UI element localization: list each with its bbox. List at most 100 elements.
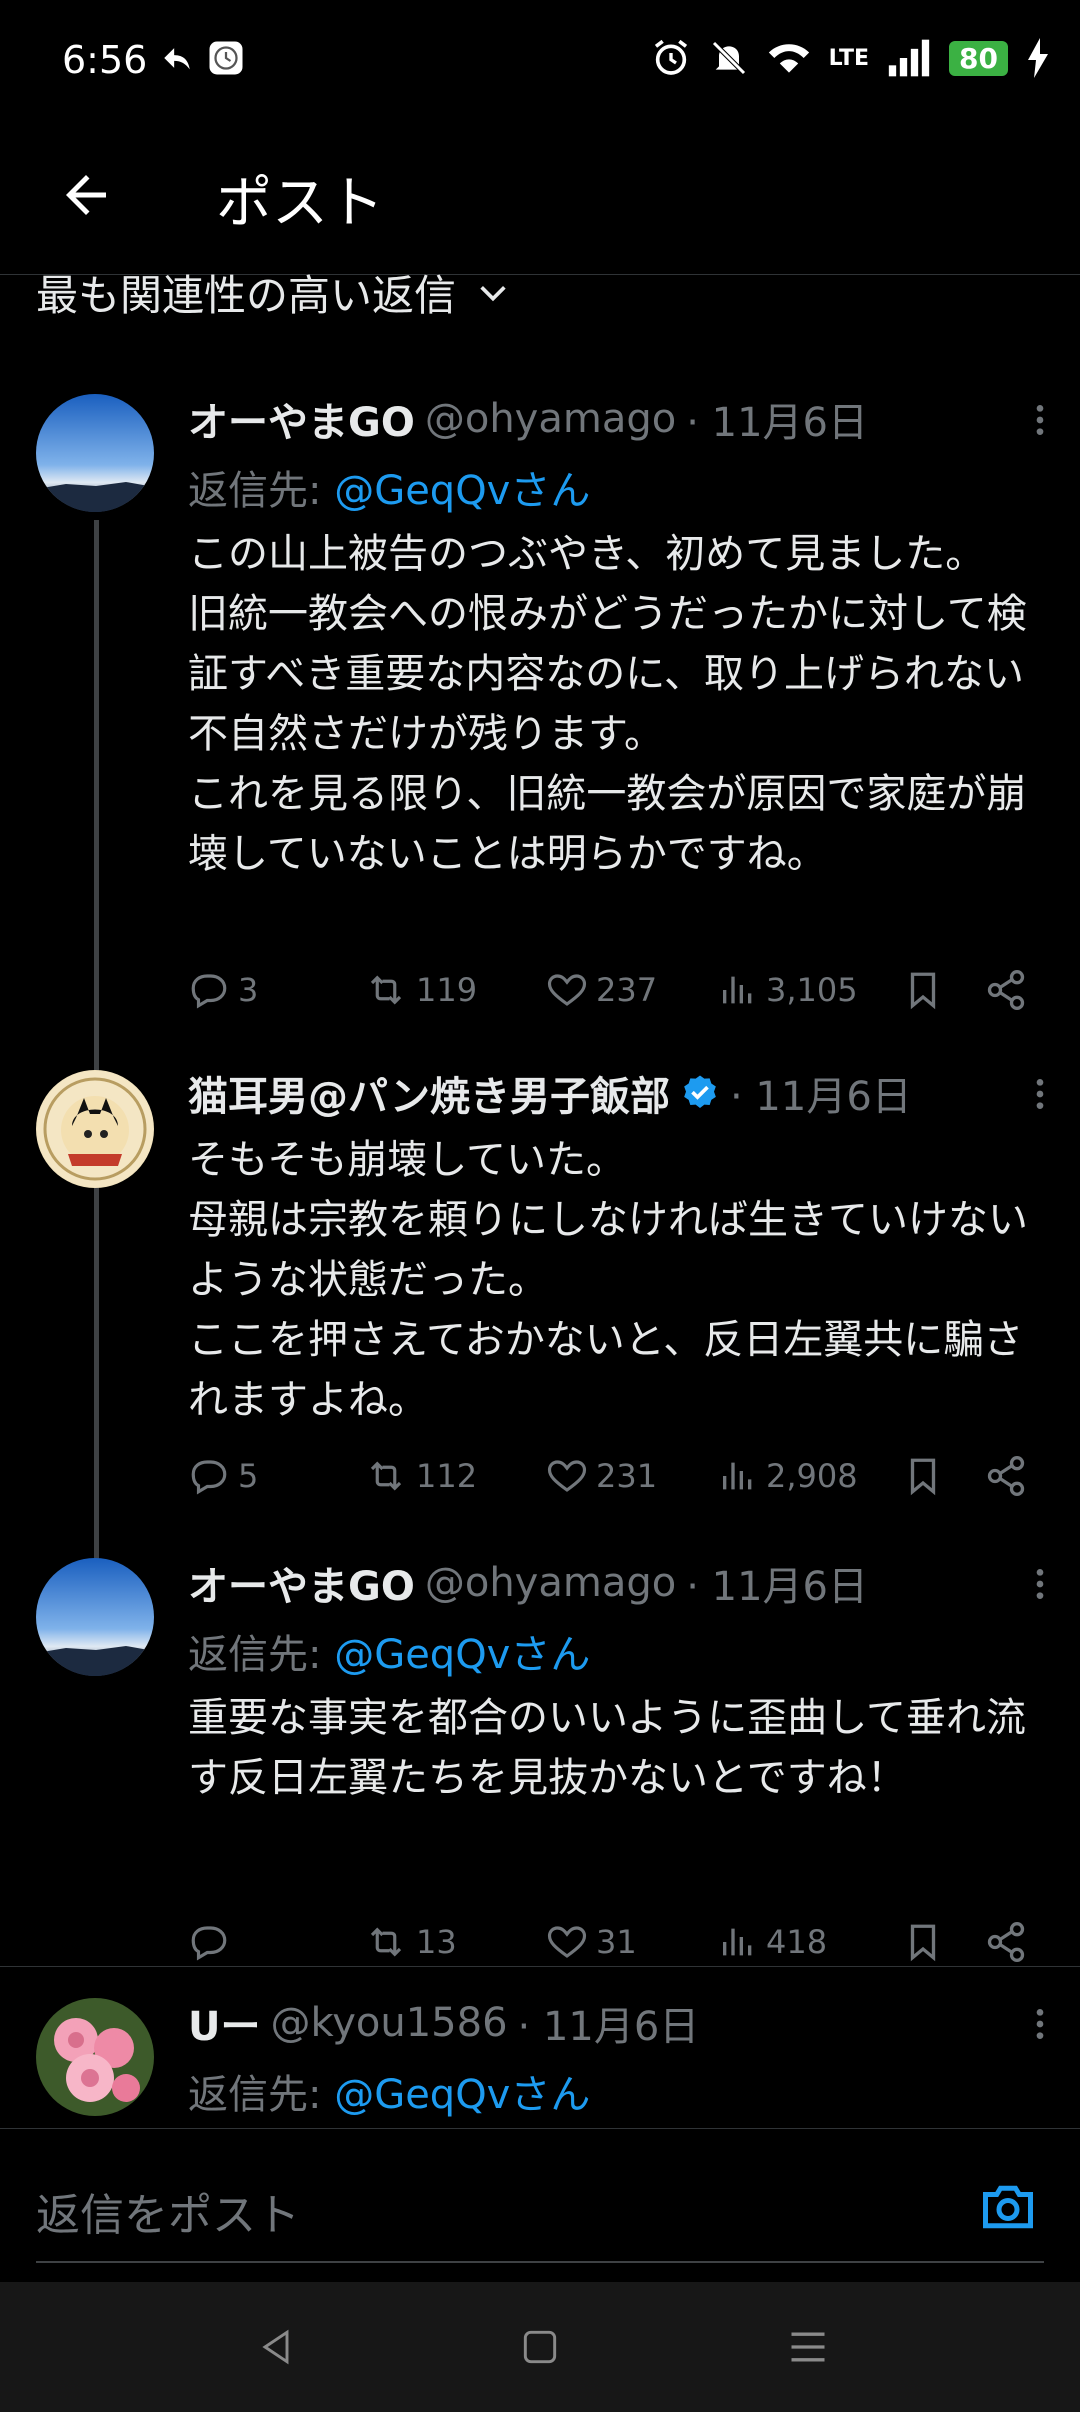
post-date[interactable]: · 11月6日 (730, 1064, 912, 1122)
share-icon[interactable] (984, 1454, 1028, 1498)
reply-to-prefix: 返信先: (188, 2072, 335, 2118)
reply-button[interactable]: 3 (188, 969, 364, 1011)
arrow-left-icon[interactable] (56, 165, 116, 225)
avatar[interactable] (36, 394, 154, 512)
reply-input[interactable]: 返信をポスト (36, 2179, 300, 2243)
more-options-icon[interactable] (1020, 2004, 1060, 2044)
bell-muted-icon (711, 41, 746, 75)
status-time: 6:56 (62, 38, 148, 82)
repost-count: 119 (416, 971, 478, 1009)
like-button[interactable]: 237 (546, 969, 718, 1011)
repost-count: 13 (416, 1923, 457, 1961)
bookmark-icon[interactable] (902, 1455, 944, 1497)
reply-icon (191, 1460, 227, 1495)
reply-icon (191, 1926, 227, 1961)
more-options-icon[interactable] (1020, 1074, 1060, 1114)
reply-to-link[interactable]: @GeqQvさん (334, 2072, 590, 2118)
bookmark-icon[interactable] (902, 969, 944, 1011)
author-name[interactable]: オーやまGO (188, 1554, 415, 1612)
reply-tweet[interactable]: オーやまGO @ohyamago · 11月6日 返信先: @GeqQvさん 重… (0, 1554, 1080, 1962)
like-button[interactable]: 231 (546, 1455, 718, 1497)
camera-icon[interactable] (978, 2177, 1038, 2237)
reply-to-line: 返信先: @GeqQvさん (188, 1622, 1044, 1680)
clock-app-icon (209, 41, 243, 75)
share-icon[interactable] (984, 1920, 1028, 1964)
page-title: ポスト (216, 171, 384, 236)
repost-icon (370, 1461, 402, 1491)
status-notification-icons (160, 40, 244, 76)
tweet-actions: 13 31 418 (188, 1912, 1056, 1972)
views-chart-icon (723, 1928, 752, 1956)
reply-to-line: 返信先: @GeqQvさん (188, 2062, 1044, 2120)
signal-icon (888, 39, 930, 77)
tweet-actions: 5 112 231 2,908 (188, 1446, 1056, 1506)
view-count: 2,908 (766, 1457, 858, 1495)
thread-divider (0, 1966, 1080, 1967)
bookmark-icon[interactable] (902, 1921, 944, 1963)
reply-to-prefix: 返信先: (188, 468, 335, 514)
reply-arrow-icon (164, 48, 190, 70)
reply-tweet[interactable]: 猫耳男@パン焼き男子飯部 · 11月6日 そもそも崩壊していた。 母親は宗教を頼… (0, 1064, 1080, 1524)
reply-count: 3 (238, 971, 259, 1009)
repost-icon (370, 1927, 402, 1957)
avatar[interactable] (36, 1558, 154, 1676)
nav-menu-icon[interactable] (786, 2322, 830, 2372)
reply-tweet[interactable]: Uー @kyou1586 · 11月6日 返信先: @GeqQvさん (0, 1994, 1080, 2128)
author-name[interactable]: 猫耳男@パン焼き男子飯部 (188, 1064, 670, 1122)
reply-tweet[interactable]: オーやまGO @ohyamago · 11月6日 返信先: @GeqQvさん こ… (0, 390, 1080, 1030)
sort-label: 最も関連性の高い返信 (36, 271, 457, 320)
reply-to-line: 返信先: @GeqQvさん (188, 458, 1044, 516)
tweet-actions: 3 119 237 3,105 (188, 960, 1056, 1020)
chevron-down-icon (480, 285, 506, 301)
alarm-icon (654, 39, 687, 75)
avatar[interactable] (36, 1998, 154, 2116)
post-date[interactable]: · 11月6日 (518, 1994, 700, 2052)
repost-icon (370, 975, 402, 1005)
more-options-icon[interactable] (1020, 1564, 1060, 1604)
wifi-icon (768, 44, 809, 73)
reply-to-link[interactable]: @GeqQvさん (334, 468, 590, 514)
post-date[interactable]: · 11月6日 (686, 390, 868, 448)
system-navigation-bar (0, 2282, 1080, 2412)
repost-button[interactable]: 112 (364, 1455, 546, 1497)
verified-badge-icon (684, 1075, 716, 1108)
nav-home-icon[interactable] (518, 2322, 562, 2372)
reply-button[interactable]: 5 (188, 1455, 364, 1497)
views-button[interactable]: 3,105 (718, 969, 898, 1011)
views-chart-icon (723, 976, 752, 1004)
heart-icon (547, 1926, 587, 1958)
author-handle[interactable]: @kyou1586 (270, 2000, 507, 2046)
author-handle[interactable]: @ohyamago (425, 396, 676, 442)
post-date[interactable]: · 11月6日 (686, 1554, 868, 1612)
repost-button[interactable]: 119 (364, 969, 546, 1011)
reply-sort-dropdown[interactable]: 最も関連性の高い返信 (36, 262, 510, 323)
author-name[interactable]: オーやまGO (188, 390, 415, 448)
reply-composer: 返信をポスト (0, 2128, 1080, 2281)
status-bar: 6:56 LTE 80 (0, 0, 1080, 120)
like-count: 31 (596, 1923, 637, 1961)
view-count: 3,105 (766, 971, 858, 1009)
reply-to-link[interactable]: @GeqQvさん (334, 1632, 590, 1678)
author-handle[interactable]: @ohyamago (425, 1560, 676, 1606)
reply-count: 5 (238, 1457, 259, 1495)
repost-count: 112 (416, 1457, 478, 1495)
view-count: 418 (766, 1923, 828, 1961)
heart-icon (547, 1460, 587, 1492)
reply-icon (191, 974, 227, 1009)
charging-icon (1028, 38, 1048, 78)
reply-to-prefix: 返信先: (188, 1632, 335, 1678)
nav-back-icon[interactable] (254, 2322, 298, 2372)
avatar[interactable] (36, 1070, 154, 1188)
share-icon[interactable] (984, 968, 1028, 1012)
heart-icon (547, 974, 587, 1006)
author-name[interactable]: Uー (188, 1994, 260, 2052)
like-count: 237 (596, 971, 658, 1009)
reply-button[interactable] (188, 1921, 364, 1963)
tweet-text: そもそも崩壊していた。 母親は宗教を頼りにしなければ生きていけないような状態だっ… (188, 1137, 1028, 1423)
views-button[interactable]: 2,908 (718, 1455, 898, 1497)
views-button[interactable]: 418 (718, 1921, 898, 1963)
repost-button[interactable]: 13 (364, 1921, 546, 1963)
battery-level: 80 (949, 40, 1008, 76)
more-options-icon[interactable] (1020, 400, 1060, 440)
like-button[interactable]: 31 (546, 1921, 718, 1963)
